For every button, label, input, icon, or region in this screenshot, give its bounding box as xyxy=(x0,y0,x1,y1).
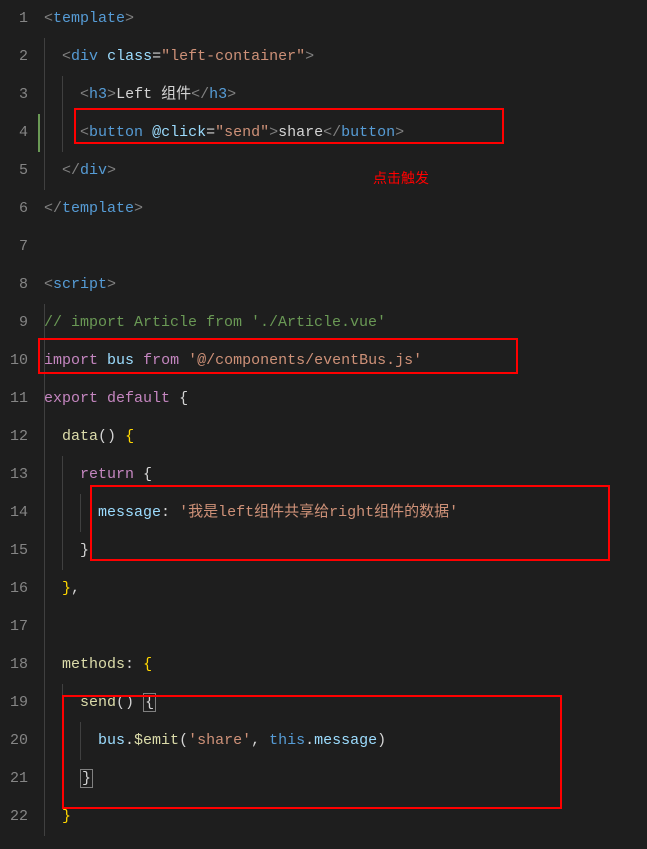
code-line[interactable]: } xyxy=(38,760,647,798)
code-line[interactable]: methods: { xyxy=(38,646,647,684)
line-number: 22 xyxy=(0,798,28,836)
line-number: 14 xyxy=(0,494,28,532)
code-line[interactable]: } xyxy=(38,798,647,836)
line-number: 16 xyxy=(0,570,28,608)
line-number: 19 xyxy=(0,684,28,722)
code-line[interactable]: <h3>Left 组件</h3> xyxy=(38,76,647,114)
gutter-modified-icon xyxy=(38,114,40,152)
line-number: 5 xyxy=(0,152,28,190)
code-line[interactable]: <template> xyxy=(38,0,647,38)
line-number: 8 xyxy=(0,266,28,304)
code-line[interactable]: <script> xyxy=(38,266,647,304)
line-number: 6 xyxy=(0,190,28,228)
code-line[interactable]: message: '我是left组件共享给right组件的数据' xyxy=(38,494,647,532)
code-line[interactable]: return { xyxy=(38,456,647,494)
line-number: 15 xyxy=(0,532,28,570)
code-line[interactable]: data() { xyxy=(38,418,647,456)
line-number: 9 xyxy=(0,304,28,342)
code-line[interactable]: send() { xyxy=(38,684,647,722)
line-number: 21 xyxy=(0,760,28,798)
line-number: 11 xyxy=(0,380,28,418)
line-number: 18 xyxy=(0,646,28,684)
line-number: 2 xyxy=(0,38,28,76)
code-line[interactable] xyxy=(38,608,647,646)
code-line[interactable]: bus.$emit('share', this.message) xyxy=(38,722,647,760)
code-line[interactable]: <button @click="send">share</button> xyxy=(38,114,647,152)
code-area[interactable]: <template> <div class="left-container"> … xyxy=(38,0,647,849)
annotation-text: 点击触发 xyxy=(373,168,429,188)
line-number: 10 xyxy=(0,342,28,380)
line-number: 20 xyxy=(0,722,28,760)
line-number: 12 xyxy=(0,418,28,456)
code-line[interactable]: } xyxy=(38,532,647,570)
line-number: 13 xyxy=(0,456,28,494)
code-line[interactable]: import bus from '@/components/eventBus.j… xyxy=(38,342,647,380)
code-line[interactable] xyxy=(38,228,647,266)
code-line[interactable]: export default { xyxy=(38,380,647,418)
code-line[interactable]: <div class="left-container"> xyxy=(38,38,647,76)
line-number: 4 xyxy=(0,114,28,152)
code-line[interactable]: </div> xyxy=(38,152,647,190)
code-line[interactable]: // import Article from './Article.vue' xyxy=(38,304,647,342)
line-number: 1 xyxy=(0,0,28,38)
line-number-gutter: 1 2 3 4 5 6 7 8 9 10 11 12 13 14 15 16 1… xyxy=(0,0,38,849)
line-number: 7 xyxy=(0,228,28,266)
line-number: 17 xyxy=(0,608,28,646)
code-editor[interactable]: 1 2 3 4 5 6 7 8 9 10 11 12 13 14 15 16 1… xyxy=(0,0,647,849)
code-line[interactable]: </template> xyxy=(38,190,647,228)
code-line[interactable]: }, xyxy=(38,570,647,608)
line-number: 3 xyxy=(0,76,28,114)
